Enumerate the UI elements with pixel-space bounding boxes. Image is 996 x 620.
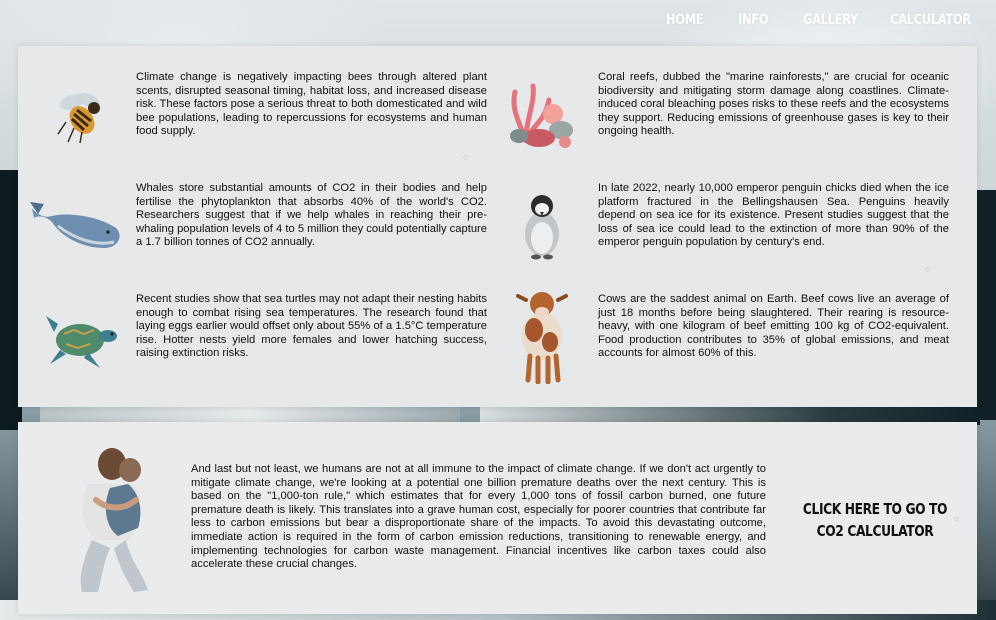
whale-icon bbox=[30, 202, 120, 248]
background-ocean-right bbox=[974, 190, 996, 420]
co2-calculator-link[interactable]: CLICK HERE TO GO TO CO2 CALCULATOR bbox=[789, 498, 961, 542]
nav-home[interactable]: HOME bbox=[666, 12, 704, 28]
nav-calculator[interactable]: CALCULATOR bbox=[890, 12, 971, 28]
bee-icon bbox=[57, 93, 100, 144]
father-child-hug-icon bbox=[80, 448, 148, 592]
droplet-icon: ○ bbox=[925, 264, 931, 274]
top-navigation: HOME INFO GALLERY CALCULATOR bbox=[0, 0, 996, 46]
penguins-text: In late 2022, nearly 10,000 emperor peng… bbox=[598, 182, 949, 249]
coral-icon bbox=[510, 83, 573, 148]
turtles-text: Recent studies show that sea turtles may… bbox=[136, 293, 487, 360]
humans-text: And last but not least, we humans are no… bbox=[191, 463, 766, 571]
nav-gallery[interactable]: GALLERY bbox=[803, 12, 858, 28]
bees-text: Climate change is negatively impacting b… bbox=[136, 71, 487, 138]
coral-text: Coral reefs, dubbed the "marine rainfore… bbox=[598, 71, 949, 138]
whales-text: Whales store substantial amounts of CO2 … bbox=[136, 182, 487, 249]
droplet-icon: ○ bbox=[463, 152, 469, 162]
droplet-icon: ○ bbox=[954, 514, 960, 524]
cow-icon bbox=[516, 292, 568, 384]
cows-text: Cows are the saddest animal on Earth. Be… bbox=[598, 293, 949, 360]
penguin-icon bbox=[525, 195, 559, 260]
sea-turtle-icon bbox=[46, 316, 117, 368]
nav-info[interactable]: INFO bbox=[738, 12, 768, 28]
